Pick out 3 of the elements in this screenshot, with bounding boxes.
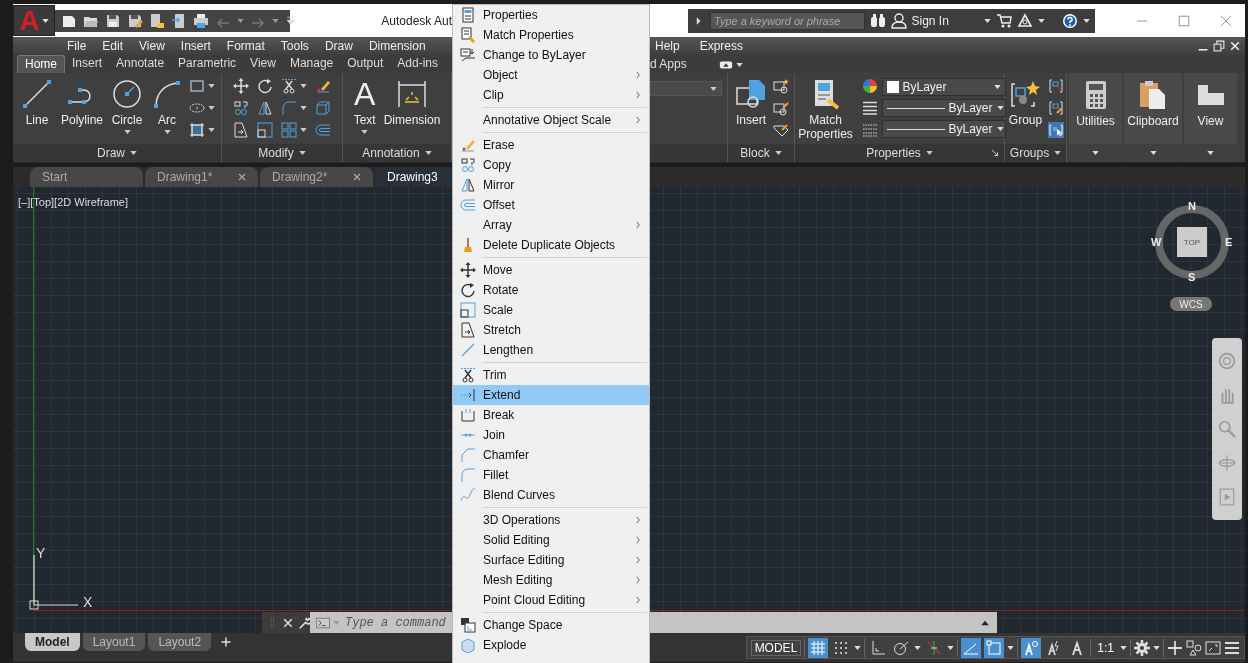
axis-label: X: [83, 594, 93, 610]
axis-label: Y: [36, 545, 46, 561]
window-title: Autodesk Aut: [381, 13, 452, 28]
